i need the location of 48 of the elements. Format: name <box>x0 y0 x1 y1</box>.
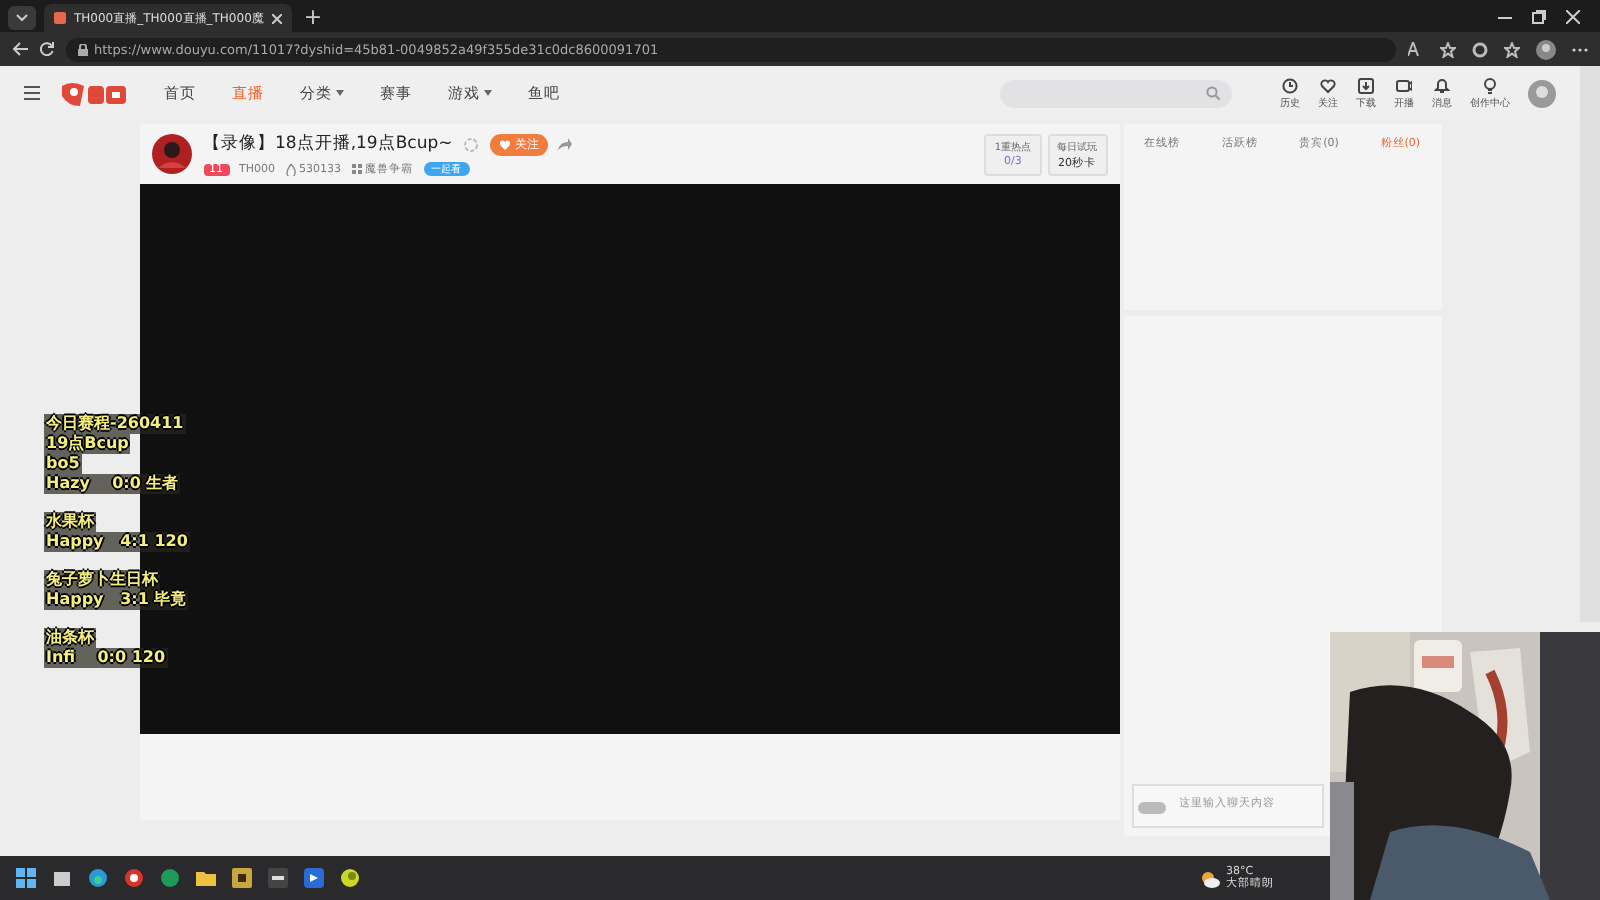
game-app-icon[interactable] <box>232 868 252 888</box>
overlay-text: 油条杯 <box>44 628 96 648</box>
sun-cloud-icon <box>1200 869 1220 887</box>
overlay-text: Happy 4:1 120 <box>44 532 190 552</box>
heart-icon <box>500 139 511 149</box>
search-icon <box>1206 86 1220 100</box>
windows-start-icon[interactable] <box>16 868 36 888</box>
share-icon[interactable] <box>558 138 573 150</box>
menu-icon[interactable] <box>24 86 40 100</box>
app-icon[interactable] <box>304 868 324 888</box>
window-icon[interactable] <box>52 868 72 888</box>
overlay-text: bo5 <box>44 454 82 474</box>
toggle-icon[interactable] <box>1137 802 1165 814</box>
overlay-text: Happy 3:1 毕竟 <box>44 590 189 610</box>
overlay-text: 水果杯 <box>44 512 96 532</box>
close-icon[interactable] <box>271 13 282 23</box>
grid-icon <box>351 164 361 174</box>
clock-icon <box>1282 77 1298 93</box>
download-icon <box>1358 77 1374 93</box>
app-icon[interactable] <box>268 868 288 888</box>
search-field[interactable] <box>1000 79 1232 107</box>
circle-app-icon[interactable] <box>340 868 360 888</box>
overlay-text: 今日赛程-260411 <box>44 414 186 434</box>
chevron-down-icon <box>16 14 28 22</box>
overlay-text: 19点Bcup <box>44 434 131 454</box>
profile-icon[interactable] <box>1536 39 1556 59</box>
overlay-text: Hazy 0:0 生者 <box>44 474 181 494</box>
camera-icon <box>1396 77 1412 93</box>
new-tab-button[interactable]: + <box>303 6 323 30</box>
bell-icon <box>1434 77 1450 93</box>
scrollbar[interactable] <box>1580 66 1600 622</box>
read-aloud-icon[interactable] <box>1408 42 1424 56</box>
folder-icon[interactable] <box>196 868 216 888</box>
page-icon <box>54 12 66 24</box>
overlay-text: Infi 0:0 120 <box>44 648 168 668</box>
room-title: 【录像】18点开播,19点Bcup~ <box>203 132 453 156</box>
refresh-icon[interactable] <box>40 42 54 56</box>
lock-icon <box>78 43 88 55</box>
heart-icon <box>1320 77 1336 93</box>
back-icon[interactable] <box>12 42 28 56</box>
overlay-text: 兔子萝卜生日杯 <box>44 570 160 590</box>
tab-list-button[interactable] <box>8 6 36 30</box>
star-icon[interactable] <box>1440 41 1456 57</box>
loading-icon <box>462 135 481 153</box>
avatar-icon <box>151 134 191 174</box>
lightbulb-icon <box>1482 77 1498 93</box>
restore-icon[interactable] <box>1532 9 1546 23</box>
close-icon[interactable] <box>1566 9 1580 23</box>
